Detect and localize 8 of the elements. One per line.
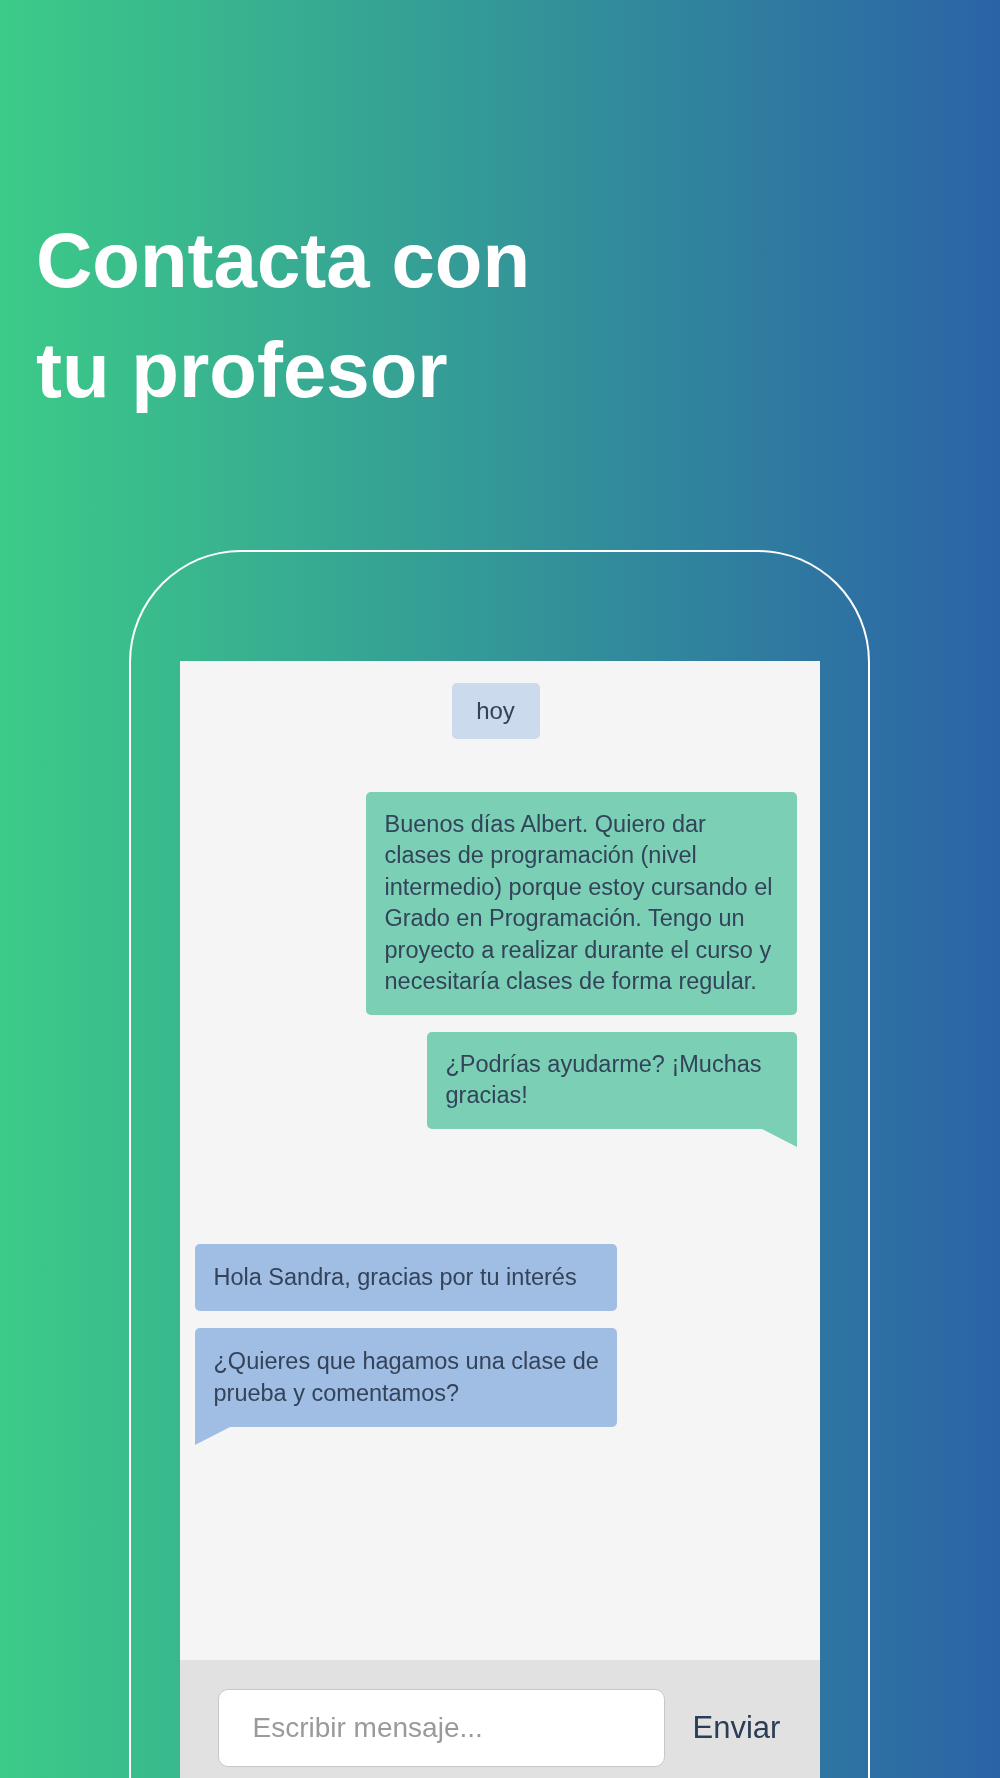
message-bubble: Hola Sandra, gracias por tu interés xyxy=(194,1243,617,1311)
send-button[interactable]: Enviar xyxy=(692,1689,781,1767)
date-chip: hoy xyxy=(451,682,540,739)
headline: Contacta con tu profesor xyxy=(36,215,532,416)
message-bubble: ¿Quieres que hagamos una clase de prueba y comentamos? xyxy=(194,1328,617,1427)
message-bubble: Buenos días Albert. Quiero dar clases de programación (nivel intermedio) porque estoy cursando el Grado en Programación. Tengo un proyecto a realizar durante el curso y necesitaría clases de forma regular. xyxy=(365,791,797,1015)
message-input[interactable]: Escribir mensaje... xyxy=(217,1689,665,1767)
message-bubble: ¿Podrías ayudarme? ¡Muchas gracias! xyxy=(426,1031,797,1129)
